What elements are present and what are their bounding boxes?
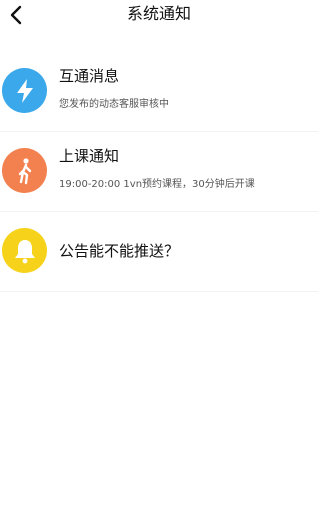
notification-item-announcement[interactable]: 公告能不能推送？ bbox=[0, 212, 318, 292]
interaction-icon-badge bbox=[2, 68, 47, 113]
lightning-icon bbox=[16, 78, 33, 103]
notification-list: 互通消息 您发布的动态客服审核中 上课通知 19:00-20:00 1vn预约课… bbox=[0, 52, 318, 292]
notification-item-class[interactable]: 上课通知 19:00-20:00 1vn预约课程，30分钟后开课 bbox=[0, 132, 318, 212]
page-title: 系统通知 bbox=[126, 4, 191, 23]
notification-item-interaction[interactable]: 互通消息 您发布的动态客服审核中 bbox=[0, 52, 318, 132]
notification-title: 上课通知 bbox=[59, 147, 120, 165]
announcement-icon-badge bbox=[2, 228, 47, 273]
bell-icon bbox=[14, 239, 35, 263]
class-icon-badge bbox=[2, 148, 47, 193]
walking-person-icon bbox=[18, 157, 31, 184]
notification-subtitle: 19:00-20:00 1vn预约课程，30分钟后开课 bbox=[59, 179, 255, 190]
notification-title: 互通消息 bbox=[59, 67, 120, 85]
notification-title: 公告能不能推送？ bbox=[59, 242, 180, 260]
header-bar: 系统通知 bbox=[0, 0, 318, 32]
notification-subtitle: 您发布的动态客服审核中 bbox=[59, 99, 169, 110]
